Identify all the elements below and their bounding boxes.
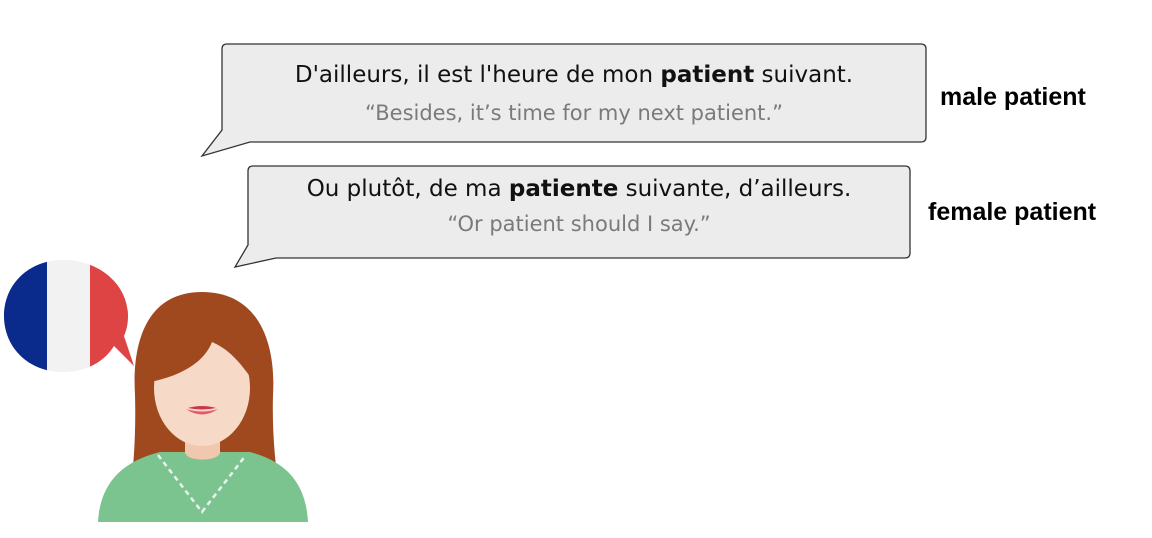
woman-speaker-icon xyxy=(98,292,308,522)
female-patient-french-sentence: Ou plutôt, de ma patiente suivante, d’ai… xyxy=(248,176,910,202)
female-patient-english-translation: “Or patient should I say.” xyxy=(447,212,711,236)
male-patient-label: male patient xyxy=(940,83,1086,111)
french-text: D'ailleurs, il est l'heure de mon xyxy=(294,62,661,88)
french-text: suivante, d’ailleurs. xyxy=(618,176,852,202)
male-patient-french-sentence: D'ailleurs, il est l'heure de mon patien… xyxy=(222,62,926,88)
female-patient-label: female patient xyxy=(928,198,1097,226)
french-text: suivant. xyxy=(754,62,854,88)
male-patient-english-translation: “Besides, it’s time for my next patient.… xyxy=(365,101,783,125)
male-patient-bubble xyxy=(200,43,927,158)
highlighted-noun: patient xyxy=(660,62,755,88)
highlighted-noun: patiente xyxy=(508,176,619,202)
french-text: Ou plutôt, de ma xyxy=(306,176,509,202)
